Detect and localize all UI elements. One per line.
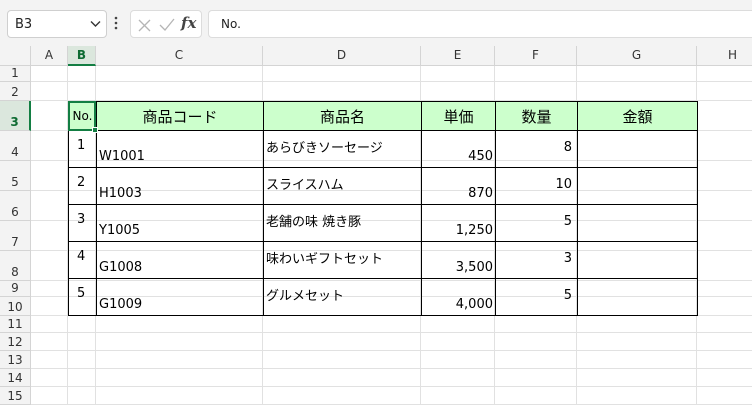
header-cell-qty[interactable]: 数量 — [495, 101, 578, 131]
table-row: 4 G1008 味わいギフトセット 3,500 3 — [68, 241, 698, 279]
row-header-6[interactable]: 6 — [0, 191, 31, 221]
cell-price[interactable]: 4,000 — [421, 278, 496, 316]
column-header-d[interactable]: D — [263, 46, 421, 66]
cell-code[interactable]: W1001 — [96, 130, 264, 168]
header-cell-amount[interactable]: 金額 — [577, 101, 698, 131]
checkmark-icon[interactable] — [159, 18, 175, 32]
formula-buttons: fx — [130, 10, 202, 38]
gridline — [31, 332, 752, 333]
select-all-corner[interactable] — [0, 46, 31, 66]
cell-qty[interactable]: 10 — [495, 167, 578, 205]
cell-amount[interactable] — [577, 241, 698, 279]
cell-code[interactable]: H1003 — [96, 167, 264, 205]
row-header-5[interactable]: 5 — [0, 161, 31, 191]
table-row: 1 W1001 あらびきソーセージ 450 8 — [68, 130, 698, 168]
gridline — [31, 386, 752, 387]
row-header-14[interactable]: 14 — [0, 369, 31, 387]
column-header-g[interactable]: G — [577, 46, 697, 66]
cell-price[interactable]: 3,500 — [421, 241, 496, 279]
cancel-icon[interactable] — [138, 19, 151, 32]
cell-code[interactable]: G1008 — [96, 241, 264, 279]
gridline — [31, 350, 752, 351]
cell-code[interactable]: Y1005 — [96, 204, 264, 242]
cell-name[interactable]: グルメセット — [263, 278, 422, 316]
gridline — [31, 81, 752, 82]
name-box[interactable]: B3 — [7, 10, 107, 38]
row-header-4[interactable]: 4 — [0, 131, 31, 161]
header-cell-code[interactable]: 商品コード — [96, 101, 264, 131]
row-header-2[interactable]: 2 — [0, 82, 31, 101]
name-box-value: B3 — [15, 17, 33, 32]
column-header-b[interactable]: B — [68, 46, 96, 66]
row-header-13[interactable]: 13 — [0, 351, 31, 369]
row-header-12[interactable]: 12 — [0, 333, 31, 351]
cell-amount[interactable] — [577, 130, 698, 168]
header-cell-price[interactable]: 単価 — [421, 101, 496, 131]
cell-price[interactable]: 870 — [421, 167, 496, 205]
fill-handle[interactable] — [92, 127, 98, 133]
table-row: 5 G1009 グルメセット 4,000 5 — [68, 278, 698, 316]
column-header-h[interactable]: H — [697, 46, 752, 66]
cell-amount[interactable] — [577, 167, 698, 205]
cell-no[interactable]: 1 — [68, 130, 97, 168]
row-header-8[interactable]: 8 — [0, 251, 31, 281]
row-header-1[interactable]: 1 — [0, 66, 31, 82]
table-row: 3 Y1005 老舗の味 焼き豚 1,250 5 — [68, 204, 698, 242]
chevron-down-icon[interactable] — [90, 20, 101, 28]
cell-no[interactable]: 3 — [68, 204, 97, 242]
column-header-f[interactable]: F — [495, 46, 577, 66]
column-header-e[interactable]: E — [421, 46, 495, 66]
cell-name[interactable]: スライスハム — [263, 167, 422, 205]
cell-name[interactable]: 味わいギフトセット — [263, 241, 422, 279]
table-header-row: No. 商品コード 商品名 単価 数量 金額 — [68, 101, 698, 131]
cell-price[interactable]: 450 — [421, 130, 496, 168]
product-table: No. 商品コード 商品名 単価 数量 金額 1 W1001 あらびきソーセージ… — [68, 101, 698, 316]
cell-name[interactable]: あらびきソーセージ — [263, 130, 422, 168]
row-header-3[interactable]: 3 — [0, 101, 31, 131]
header-cell-name[interactable]: 商品名 — [263, 101, 422, 131]
row-header-7[interactable]: 7 — [0, 221, 31, 251]
column-header-c[interactable]: C — [96, 46, 263, 66]
cell-amount[interactable] — [577, 278, 698, 316]
formula-bar: B3 fx No. — [0, 0, 752, 46]
insert-function-icon[interactable]: fx — [181, 14, 196, 32]
cell-no[interactable]: 4 — [68, 241, 97, 279]
row-header-11[interactable]: 11 — [0, 316, 31, 333]
cell-qty[interactable]: 5 — [495, 278, 578, 316]
cell-amount[interactable] — [577, 204, 698, 242]
cell-name[interactable]: 老舗の味 焼き豚 — [263, 204, 422, 242]
cell-qty[interactable]: 3 — [495, 241, 578, 279]
row-header-15[interactable]: 15 — [0, 387, 31, 405]
more-options-icon[interactable] — [113, 14, 119, 32]
cell-qty[interactable]: 5 — [495, 204, 578, 242]
cell-no[interactable]: 5 — [68, 278, 97, 316]
cell-code[interactable]: G1009 — [96, 278, 264, 316]
cell-no[interactable]: 2 — [68, 167, 97, 205]
formula-content: No. — [221, 17, 241, 31]
row-header-10[interactable]: 10 — [0, 297, 31, 316]
gridline — [31, 368, 752, 369]
row-header-9[interactable]: 9 — [0, 281, 31, 297]
cell-price[interactable]: 1,250 — [421, 204, 496, 242]
cell-qty[interactable]: 8 — [495, 130, 578, 168]
table-row: 2 H1003 スライスハム 870 10 — [68, 167, 698, 205]
column-header-a[interactable]: A — [31, 46, 68, 66]
formula-input[interactable]: No. — [208, 10, 752, 38]
